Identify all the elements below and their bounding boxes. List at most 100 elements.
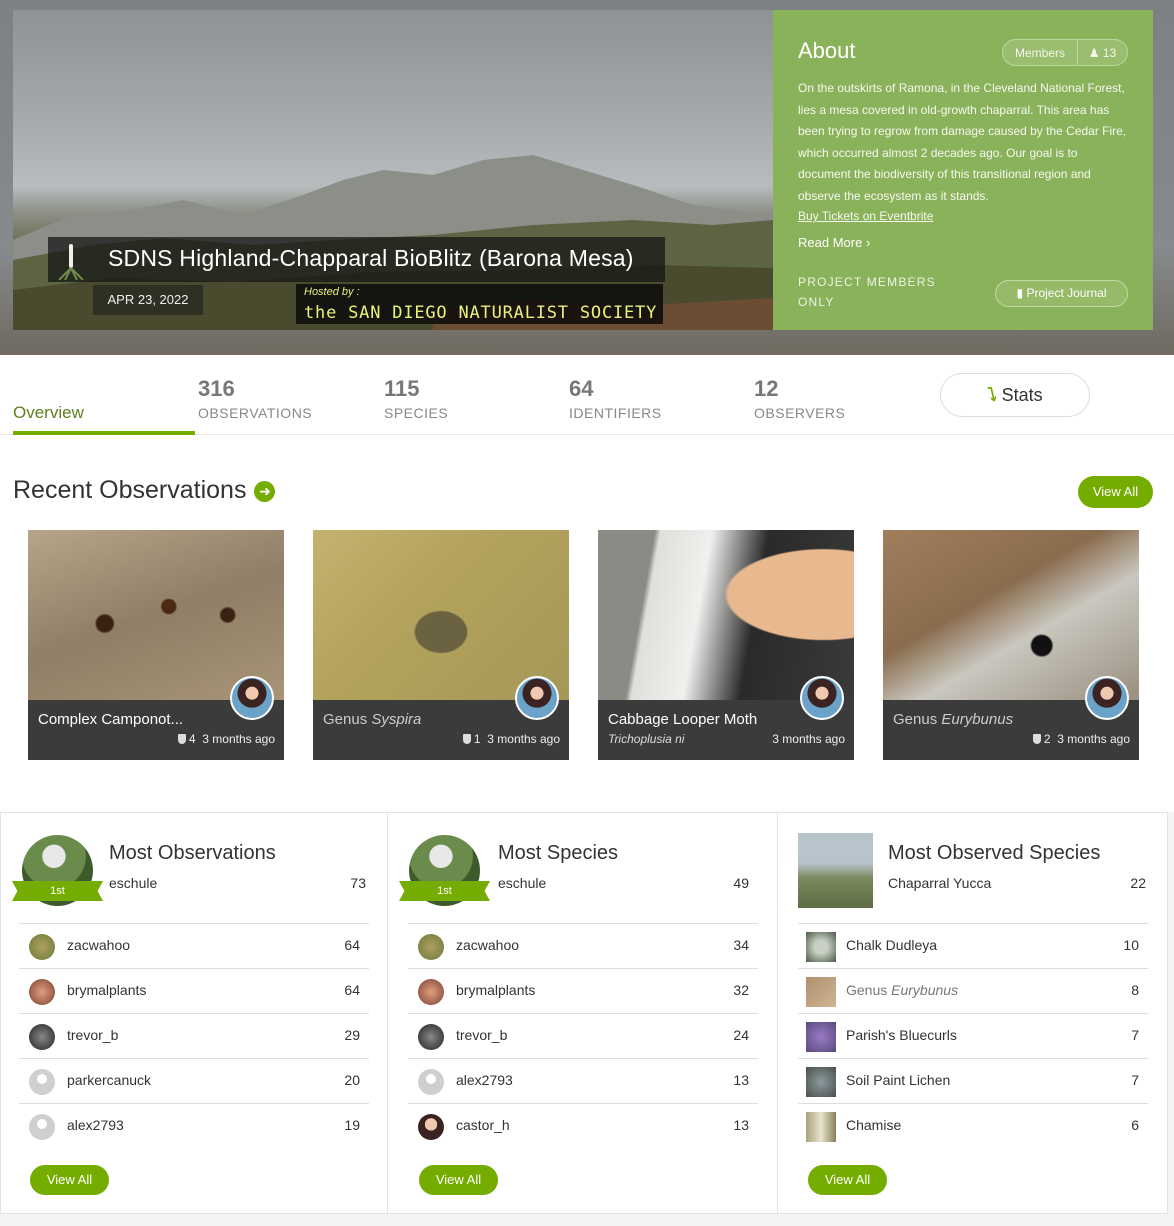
leaderboard-row[interactable]: brymalplants 64 [19,968,369,1013]
observation-name: Complex Camponot... [38,711,184,728]
top-observer-name[interactable]: eschule [498,875,546,891]
user-icon: ♟ [1088,46,1100,60]
identification-count: 4 [188,732,196,746]
recent-observations-heading[interactable]: Recent Observations ➜ [13,476,276,505]
user-avatar [29,979,55,1005]
user-name: parkercanuck [67,1072,152,1088]
tab-identifiers[interactable]: 64 IDENTIFIERS [569,355,749,435]
arrow-right-circle-icon[interactable]: ➜ [254,480,276,502]
species-thumbnail [806,1067,836,1097]
project-title-box: SDNS Highland-Chapparal BioBlitz (Barona… [48,237,665,282]
identification-icon [177,734,186,744]
observation-rank: Genus [893,711,942,728]
host-name[interactable]: the SAN DIEGO NATURALIST SOCIETY [304,303,657,323]
tab-species[interactable]: 115 SPECIES [384,355,564,435]
observations-label: OBSERVATIONS [198,405,313,421]
project-tabs: Overview 316 OBSERVATIONS 115 SPECIES 64… [0,355,1174,435]
observation-card[interactable]: Cabbage Looper Moth Trichoplusia ni 3 mo… [598,530,854,760]
observation-photo[interactable] [313,530,569,700]
stats-button[interactable]: ⭝ Stats [940,373,1090,417]
observation-card[interactable]: Genus Syspira 1 3 months ago [313,530,569,760]
observation-taxon: Eurybunus [941,711,1014,728]
members-only-label: PROJECT MEMBERS ONLY [798,275,936,309]
species-label: SPECIES [384,405,449,421]
leaderboard-row[interactable]: trevor_b 24 [408,1013,758,1058]
leaderboard-row[interactable]: alex2793 19 [19,1103,369,1148]
top-observer-count: 73 [350,875,366,891]
user-count: 64 [344,937,360,953]
leaderboard-row[interactable]: parkercanuck 20 [19,1058,369,1103]
leaderboard-row[interactable]: castor_h 13 [408,1103,758,1148]
most-species-panel: 1st Most Species eschule 49 zacwahoo 34 b… [387,812,778,1214]
species-count: 6 [1131,1117,1139,1133]
observer-avatar[interactable] [230,676,274,720]
tab-overview[interactable]: Overview [13,355,195,435]
observation-card[interactable]: Complex Camponot... 4 3 months ago [28,530,284,760]
read-more-label: Read More [798,235,863,250]
yucca-icon [56,240,86,280]
leaderboard-row[interactable]: zacwahoo 64 [19,923,369,968]
observation-time: 3 months ago [1057,732,1130,746]
read-more-link[interactable]: Read More › [798,235,870,250]
observer-avatar[interactable] [1085,676,1129,720]
user-name: brymalplants [67,982,147,998]
leaderboard-row[interactable]: brymalplants 32 [408,968,758,1013]
user-count: 13 [733,1072,749,1088]
top-observer-name[interactable]: eschule [109,875,157,891]
species-row[interactable]: Chalk Dudleya 10 [798,923,1148,968]
species-thumbnail [806,1022,836,1052]
most-species-view-all-button[interactable]: View All [419,1165,498,1195]
species-name: Parish's Bluecurls [846,1027,957,1043]
species-row[interactable]: Chamise 6 [798,1103,1148,1148]
identification-icon [1032,734,1041,744]
observers-count: 12 [754,376,779,401]
about-panel: About Members ♟ 13 On the outskirts of R… [773,10,1153,330]
species-row[interactable]: Genus Eurybunus 8 [798,968,1148,1013]
user-count: 13 [733,1117,749,1133]
leaderboard-row[interactable]: trevor_b 29 [19,1013,369,1058]
most-observations-view-all-button[interactable]: View All [30,1165,109,1195]
observation-photo[interactable] [598,530,854,700]
observation-photo[interactable] [28,530,284,700]
user-count: 20 [344,1072,360,1088]
user-avatar [418,934,444,960]
species-rank: Genus [846,982,892,998]
user-count: 32 [733,982,749,998]
observation-card[interactable]: Genus Eurybunus 2 3 months ago [883,530,1139,760]
observer-avatar[interactable] [515,676,559,720]
observation-meta: 1 3 months ago [462,732,560,746]
project-banner: SDNS Highland-Chapparal BioBlitz (Barona… [13,10,773,330]
about-title: About [798,38,856,63]
user-count: 24 [733,1027,749,1043]
user-name: castor_h [456,1117,510,1133]
species-name: Soil Paint Lichen [846,1072,951,1088]
recent-view-all-button[interactable]: View All [1078,476,1153,508]
chevron-right-icon: › [865,235,871,250]
species-row[interactable]: Soil Paint Lichen 7 [798,1058,1148,1103]
user-count: 29 [344,1027,360,1043]
identifiers-count: 64 [569,376,594,401]
most-observed-species-view-all-button[interactable]: View All [808,1165,887,1195]
tickets-link[interactable]: Buy Tickets on Eventbrite [798,209,933,223]
observer-avatar[interactable] [800,676,844,720]
species-row[interactable]: Parish's Bluecurls 7 [798,1013,1148,1058]
tab-observations[interactable]: 316 OBSERVATIONS [198,355,378,435]
user-name: trevor_b [67,1027,119,1043]
hosted-label: Hosted by : [304,286,360,298]
species-count: 115 [384,376,420,401]
user-avatar [29,1024,55,1050]
leaderboard-row[interactable]: zacwahoo 34 [408,923,758,968]
most-observed-species-panel: Most Observed Species Chaparral Yucca 22… [777,812,1168,1214]
project-journal-button[interactable]: ▮ Project Journal [995,280,1128,307]
tab-observers[interactable]: 12 OBSERVERS [754,355,934,435]
observers-label: OBSERVERS [754,405,846,421]
journal-label: Project Journal [1026,286,1107,300]
observation-photo[interactable] [883,530,1139,700]
members-button[interactable]: Members ♟ 13 [1002,39,1128,66]
observation-rank: Genus [323,711,372,728]
observation-name: Genus Syspira [323,711,421,728]
stats-label: Stats [1001,385,1043,405]
leaderboard-row[interactable]: alex2793 13 [408,1058,758,1103]
top-species-photo[interactable] [798,833,873,908]
top-species-name[interactable]: Chaparral Yucca [888,875,991,891]
